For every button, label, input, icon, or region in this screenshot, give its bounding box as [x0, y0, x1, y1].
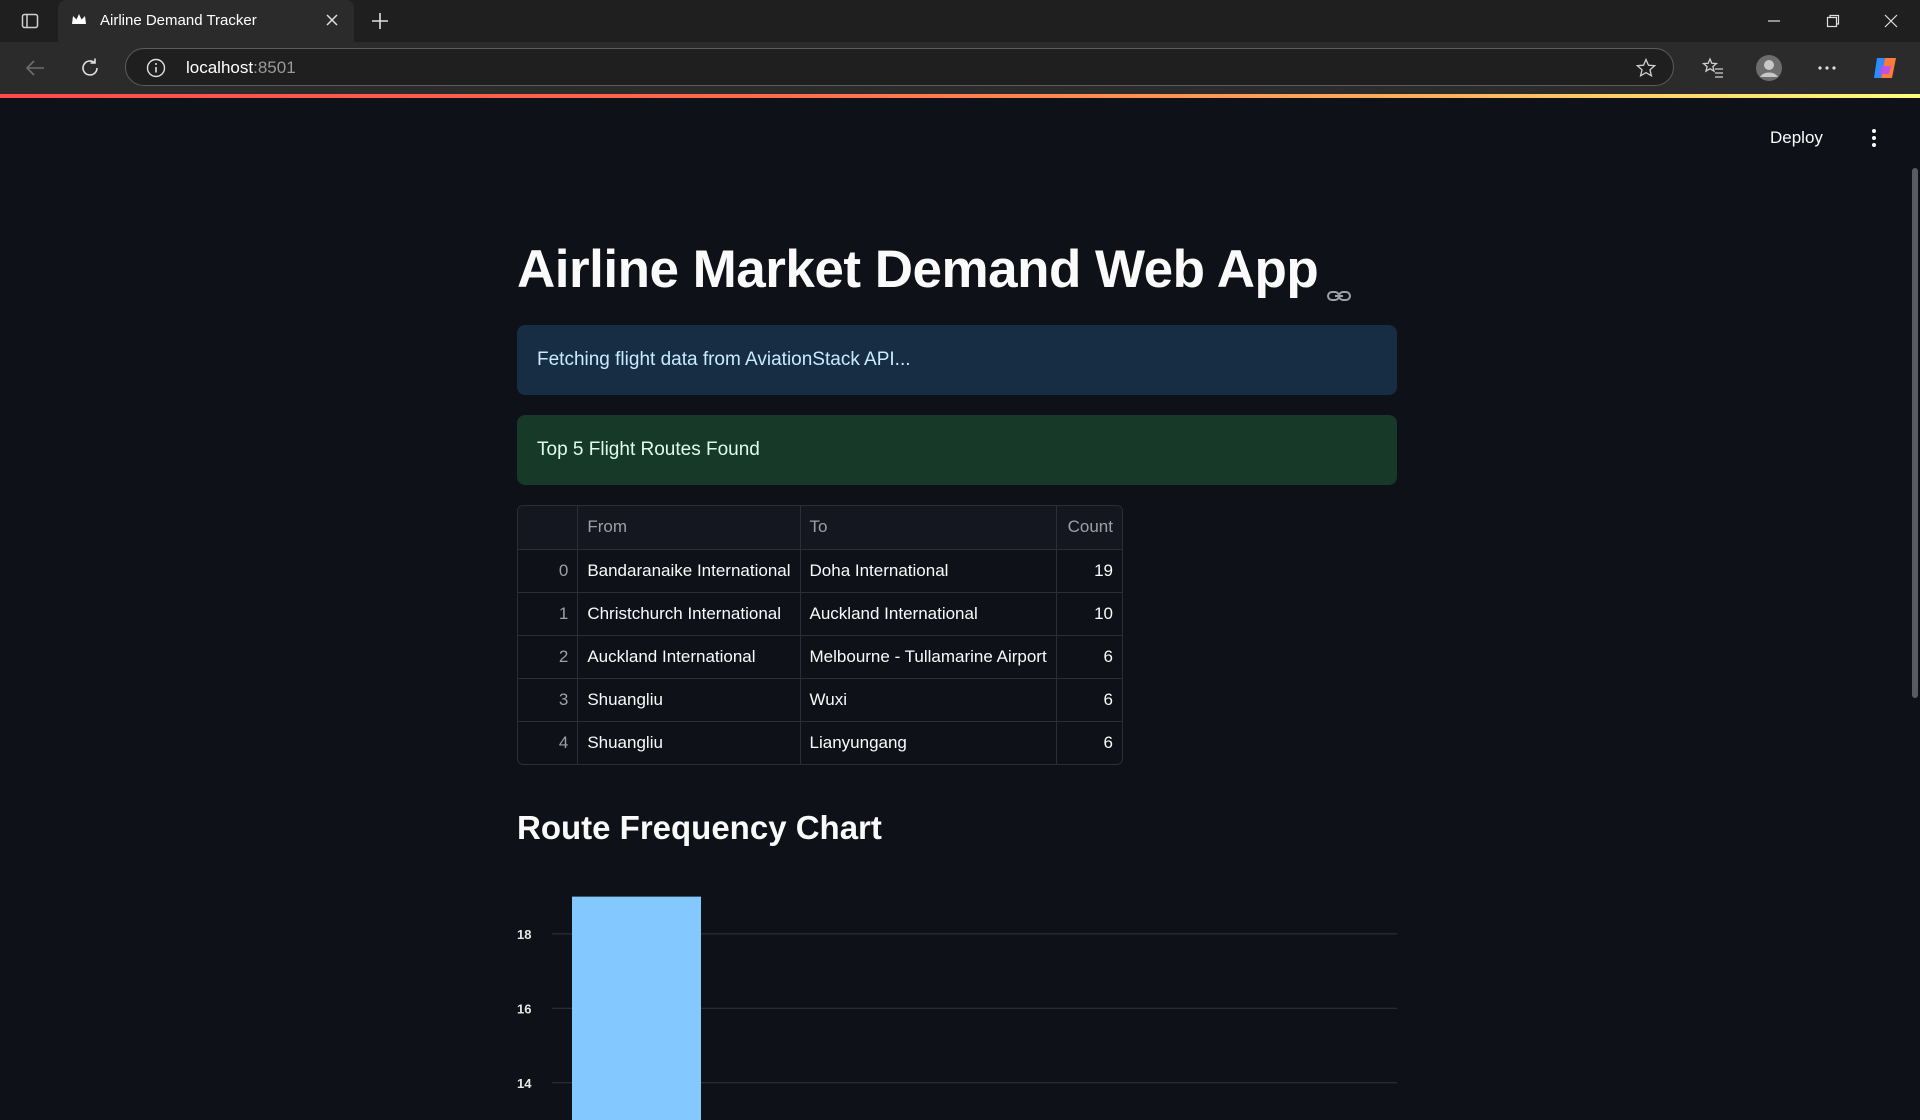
- y-tick-label: 16: [517, 1001, 531, 1016]
- browser-toolbar: localhost:8501: [0, 42, 1920, 94]
- close-tab-icon[interactable]: [322, 10, 342, 30]
- more-options-icon[interactable]: [1811, 52, 1843, 84]
- minimize-icon[interactable]: [1745, 0, 1803, 42]
- browser-tab-active[interactable]: Airline Demand Tracker: [58, 0, 354, 42]
- close-window-icon[interactable]: [1862, 0, 1920, 42]
- row-index: 3: [518, 678, 579, 722]
- streamlit-crown-icon: [70, 11, 88, 29]
- cell-count[interactable]: 6: [1056, 721, 1122, 764]
- cell-to[interactable]: Doha International: [800, 549, 1057, 593]
- page-scrollbar[interactable]: [1912, 168, 1918, 698]
- page-title: Airline Market Demand Web App: [517, 240, 1319, 299]
- url-host: localhost: [186, 58, 254, 77]
- favorite-star-icon[interactable]: [1635, 57, 1657, 79]
- cell-to[interactable]: Melbourne - Tullamarine Airport: [800, 635, 1057, 679]
- row-index: 4: [518, 721, 579, 764]
- copilot-icon[interactable]: [1869, 52, 1901, 84]
- cell-count[interactable]: 6: [1056, 678, 1122, 722]
- tab-title: Airline Demand Tracker: [100, 12, 257, 29]
- cell-from[interactable]: Bandaranaike International: [577, 549, 801, 593]
- column-header-count[interactable]: Count: [1056, 506, 1122, 550]
- site-info-icon[interactable]: [146, 58, 166, 78]
- deploy-button[interactable]: Deploy: [1770, 128, 1823, 148]
- table-row[interactable]: 2 Auckland International Melbourne - Tul…: [518, 635, 1122, 679]
- info-alert: Fetching flight data from AviationStack …: [517, 325, 1397, 395]
- cell-from[interactable]: Shuangliu: [577, 721, 801, 764]
- tab-actions-icon[interactable]: [16, 8, 44, 34]
- success-alert-text: Top 5 Flight Routes Found: [537, 439, 760, 460]
- table-row[interactable]: 0 Bandaranaike International Doha Intern…: [518, 549, 1122, 593]
- cell-to[interactable]: Wuxi: [800, 678, 1057, 722]
- cell-count[interactable]: 10: [1056, 592, 1122, 636]
- routes-dataframe[interactable]: From To Count 0 Bandaranaike Internation…: [517, 505, 1123, 765]
- info-alert-text: Fetching flight data from AviationStack …: [537, 349, 911, 370]
- back-arrow-icon[interactable]: [21, 54, 49, 82]
- y-tick-label: 18: [517, 927, 531, 942]
- success-alert: Top 5 Flight Routes Found: [517, 415, 1397, 485]
- cell-to[interactable]: Auckland International: [800, 592, 1057, 636]
- column-header-to[interactable]: To: [800, 506, 1057, 550]
- restore-icon[interactable]: [1804, 0, 1862, 42]
- favorites-icon[interactable]: [1697, 52, 1729, 84]
- y-tick-label: 14: [517, 1076, 532, 1091]
- cell-from[interactable]: Christchurch International: [577, 592, 801, 636]
- row-index: 2: [518, 635, 579, 679]
- new-tab-icon[interactable]: [368, 9, 392, 33]
- address-bar[interactable]: localhost:8501: [125, 48, 1674, 86]
- reload-icon[interactable]: [76, 54, 104, 82]
- browser-tab-bar: Airline Demand Tracker: [0, 0, 1920, 42]
- cell-count[interactable]: 19: [1056, 549, 1122, 593]
- chart-heading: Route Frequency Chart: [517, 809, 882, 846]
- row-index: 0: [518, 549, 579, 593]
- table-header-row: From To Count: [518, 506, 1122, 550]
- cell-count[interactable]: 6: [1056, 635, 1122, 679]
- chart-bar[interactable]: [572, 896, 701, 1120]
- kebab-menu-icon[interactable]: [1862, 126, 1886, 150]
- url-port: :8501: [253, 58, 296, 77]
- cell-from[interactable]: Shuangliu: [577, 678, 801, 722]
- table-row[interactable]: 4 Shuangliu Lianyungang 6: [518, 721, 1122, 764]
- cell-to[interactable]: Lianyungang: [800, 721, 1057, 764]
- cell-from[interactable]: Auckland International: [577, 635, 801, 679]
- app-header: Deploy: [0, 98, 1920, 178]
- link-anchor-icon[interactable]: [1326, 260, 1352, 301]
- route-frequency-chart[interactable]: 14 16 18: [517, 878, 1397, 1120]
- page-title-row: Airline Market Demand Web App: [517, 238, 1352, 302]
- table-row[interactable]: 1 Christchurch International Auckland In…: [518, 592, 1122, 636]
- profile-avatar-icon[interactable]: [1753, 52, 1785, 84]
- column-header-index[interactable]: [518, 506, 579, 550]
- row-index: 1: [518, 592, 579, 636]
- column-header-from[interactable]: From: [577, 506, 801, 550]
- table-row[interactable]: 3 Shuangliu Wuxi 6: [518, 678, 1122, 722]
- url-text: localhost:8501: [186, 58, 296, 78]
